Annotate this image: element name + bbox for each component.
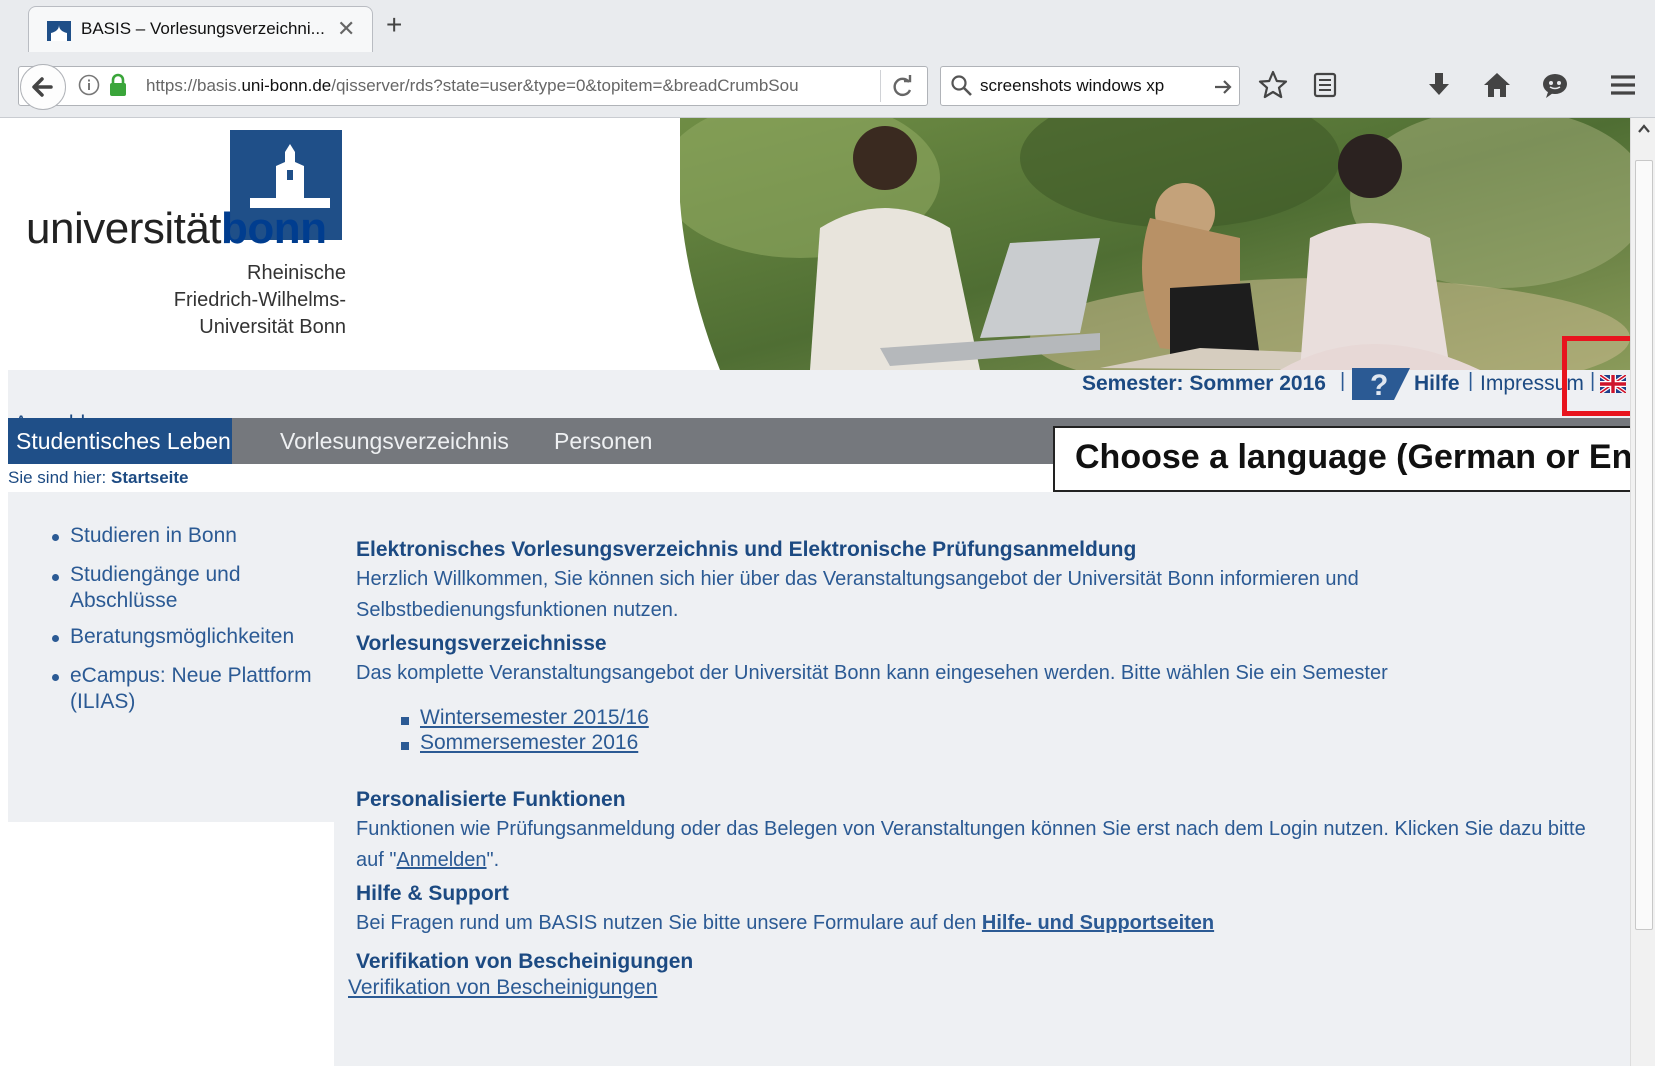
annotation-callout: Choose a language (German or English) bbox=[1053, 426, 1655, 492]
logo-subtitle-line: Friedrich-Wilhelms- bbox=[173, 289, 346, 311]
logo-word-light: universität bbox=[26, 204, 222, 253]
section-title: Vorlesungsverzeichnisse bbox=[356, 632, 607, 655]
nav-item-studentisches-leben[interactable]: Studentisches Leben bbox=[8, 418, 232, 464]
square-bullet-icon bbox=[401, 742, 409, 750]
section-title: Elektronisches Vorlesungsverzeichnis und… bbox=[356, 538, 1137, 561]
info-icon[interactable] bbox=[78, 74, 100, 96]
tab-close-icon[interactable]: ✕ bbox=[337, 16, 355, 42]
svg-text:?: ? bbox=[1370, 369, 1388, 400]
reload-button[interactable] bbox=[880, 70, 924, 102]
verification-link[interactable]: Verifikation von Bescheinigungen bbox=[348, 976, 657, 1000]
reading-list-icon[interactable] bbox=[1308, 68, 1342, 102]
logo-word-bold: bonn bbox=[221, 204, 327, 253]
sidebar-item-beratung[interactable]: Beratungsmöglichkeiten bbox=[70, 624, 330, 650]
breadcrumb-current[interactable]: Startseite bbox=[111, 468, 188, 487]
scrollbar-thumb[interactable] bbox=[1635, 160, 1653, 930]
home-icon[interactable] bbox=[1480, 68, 1514, 102]
bullet-icon bbox=[52, 674, 59, 681]
separator: | bbox=[1468, 370, 1474, 392]
section-text-part: Funktionen wie Prüfungsanmeldung oder da… bbox=[356, 818, 1586, 871]
annotation-text: Choose a language (German or English) bbox=[1075, 438, 1655, 476]
secure-lock-icon bbox=[110, 73, 126, 96]
university-logo[interactable]: universitätbonn Rheinische Friedrich-Wil… bbox=[8, 118, 688, 370]
bookmark-star-icon[interactable] bbox=[1256, 68, 1290, 102]
back-arrow-icon bbox=[32, 77, 53, 97]
url-path: /qisserver/rds?state=user&type=0&topitem… bbox=[331, 76, 799, 95]
help-link[interactable]: Hilfe bbox=[1414, 372, 1460, 396]
link-sommersemester[interactable]: Sommersemester 2016 bbox=[420, 731, 638, 755]
download-icon[interactable] bbox=[1422, 68, 1456, 102]
header-photo bbox=[680, 118, 1630, 370]
bullet-icon bbox=[52, 534, 59, 541]
browser-tab[interactable]: BASIS – Vorlesungsverzeichni... ✕ bbox=[28, 6, 373, 52]
logo-subtitle-line: Rheinische bbox=[247, 262, 346, 284]
section-title: Personalisierte Funktionen bbox=[356, 788, 626, 811]
section-text: Funktionen wie Prüfungsanmeldung oder da… bbox=[356, 814, 1596, 876]
section-text: Herzlich Willkommen, Sie können sich hie… bbox=[356, 568, 1359, 621]
section-title: Verifikation von Bescheinigungen bbox=[356, 950, 694, 973]
bullet-icon bbox=[52, 635, 59, 642]
bullet-icon bbox=[52, 574, 59, 581]
section-title: Hilfe & Support bbox=[356, 882, 509, 905]
sidebar-item-studiengaenge[interactable]: Studiengänge und Abschlüsse bbox=[70, 562, 270, 614]
help-icon[interactable]: ? bbox=[1352, 368, 1410, 400]
language-highlight-box bbox=[1562, 336, 1640, 416]
reload-icon bbox=[893, 75, 912, 97]
sidebar-item-ecampus[interactable]: eCampus: Neue Plattform (ILIAS) bbox=[70, 663, 320, 715]
search-go-arrow-icon[interactable] bbox=[1212, 76, 1234, 98]
chat-icon[interactable] bbox=[1538, 68, 1572, 102]
back-button[interactable] bbox=[20, 64, 66, 110]
url-prefix: https://basis. bbox=[146, 76, 242, 95]
scroll-up-arrow-icon[interactable] bbox=[1637, 122, 1651, 136]
logo-subtitle-line: Universität Bonn bbox=[199, 316, 346, 338]
semester-label[interactable]: Semester: Sommer 2016 bbox=[1082, 372, 1326, 396]
search-input[interactable]: screenshots windows xp bbox=[980, 76, 1164, 96]
section-text: Bei Fragen rund um BASIS nutzen Sie bitt… bbox=[356, 908, 1596, 939]
breadcrumb-prefix: Sie sind hier: bbox=[8, 468, 107, 487]
new-tab-button[interactable]: + bbox=[386, 10, 402, 40]
logo-wordmark: universitätbonn bbox=[26, 204, 327, 254]
square-bullet-icon bbox=[401, 717, 409, 725]
support-link[interactable]: Hilfe- und Supportseiten bbox=[982, 912, 1214, 934]
separator: | bbox=[1340, 370, 1346, 392]
section-text: Das komplette Veranstaltungsangebot der … bbox=[356, 662, 1388, 684]
section-text-part: ". bbox=[486, 849, 500, 871]
url-domain: uni-bonn.de bbox=[241, 76, 332, 95]
search-icon bbox=[951, 75, 972, 96]
menu-icon[interactable] bbox=[1606, 68, 1640, 102]
logo-subtitle: Rheinische Friedrich-Wilhelms- Universit… bbox=[108, 260, 346, 341]
section-text-part: Bei Fragen rund um BASIS nutzen Sie bitt… bbox=[356, 912, 982, 934]
page-scrollbar[interactable] bbox=[1630, 118, 1655, 1066]
web-page: universitätbonn Rheinische Friedrich-Wil… bbox=[8, 118, 1630, 1066]
nav-item-vorlesungsverzeichnis[interactable]: Vorlesungsverzeichnis bbox=[270, 418, 519, 464]
tab-title: BASIS – Vorlesungsverzeichni... bbox=[81, 19, 325, 38]
login-inline-link[interactable]: Anmelden bbox=[396, 849, 486, 871]
url-text[interactable]: https://basis.uni-bonn.de/qisserver/rds?… bbox=[146, 76, 871, 96]
university-favicon-icon bbox=[47, 21, 71, 41]
sidebar-item-studieren[interactable]: Studieren in Bonn bbox=[70, 523, 330, 549]
link-wintersemester[interactable]: Wintersemester 2015/16 bbox=[420, 706, 649, 730]
nav-item-personen[interactable]: Personen bbox=[544, 418, 662, 464]
